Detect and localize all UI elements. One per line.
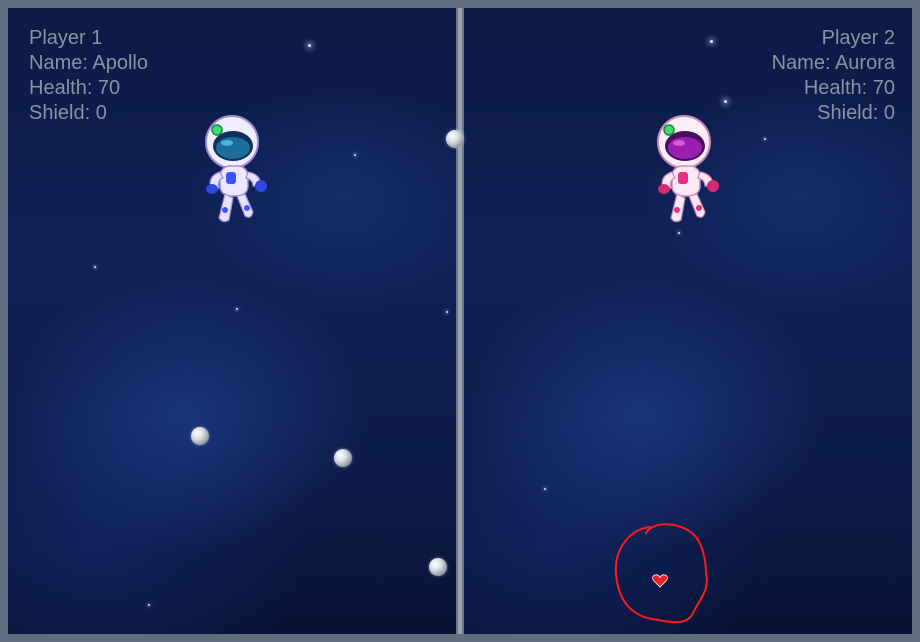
asteroid-icon bbox=[334, 449, 352, 467]
player-1-health: Health: 70 bbox=[29, 77, 121, 99]
star bbox=[308, 44, 311, 47]
player-2-shield: Shield: 0 bbox=[817, 102, 895, 124]
star bbox=[764, 138, 766, 140]
star bbox=[354, 154, 356, 156]
star bbox=[148, 604, 150, 606]
star bbox=[724, 100, 727, 103]
star bbox=[710, 40, 713, 43]
player-1-astronaut-icon bbox=[205, 115, 267, 223]
player-2-health: Health: 70 bbox=[803, 77, 895, 99]
player-2-astronaut-icon bbox=[657, 115, 719, 223]
player-1-stats: Player 1 Name: Apollo Health: 70 Shield:… bbox=[29, 26, 148, 126]
game-frame: Player 1 Name: Apollo Health: 70 Shield:… bbox=[8, 8, 912, 634]
asteroid-icon bbox=[191, 427, 209, 445]
player-2-stats: Player 2 Name: Aurora Health: 70 Shield:… bbox=[772, 26, 895, 126]
divider-line bbox=[458, 8, 462, 634]
player-2-header: Player 2 bbox=[821, 27, 895, 49]
player-1-header: Player 1 bbox=[29, 27, 103, 49]
player-1-shield: Shield: 0 bbox=[29, 102, 107, 124]
star bbox=[678, 232, 680, 234]
player-2-name: Name: Aurora bbox=[771, 52, 895, 74]
player-2-pane: Player 2 Name: Aurora Health: 70 Shield:… bbox=[464, 8, 912, 634]
star bbox=[236, 308, 238, 310]
star bbox=[544, 488, 546, 490]
split-screen-divider bbox=[456, 8, 464, 634]
asteroid-icon bbox=[429, 558, 447, 576]
star bbox=[94, 266, 96, 268]
player-1-name: Name: Apollo bbox=[29, 52, 148, 74]
star bbox=[446, 311, 448, 313]
asteroid-icon bbox=[446, 130, 464, 148]
player-1-pane: Player 1 Name: Apollo Health: 70 Shield:… bbox=[8, 8, 456, 634]
heart-icon bbox=[652, 574, 668, 588]
